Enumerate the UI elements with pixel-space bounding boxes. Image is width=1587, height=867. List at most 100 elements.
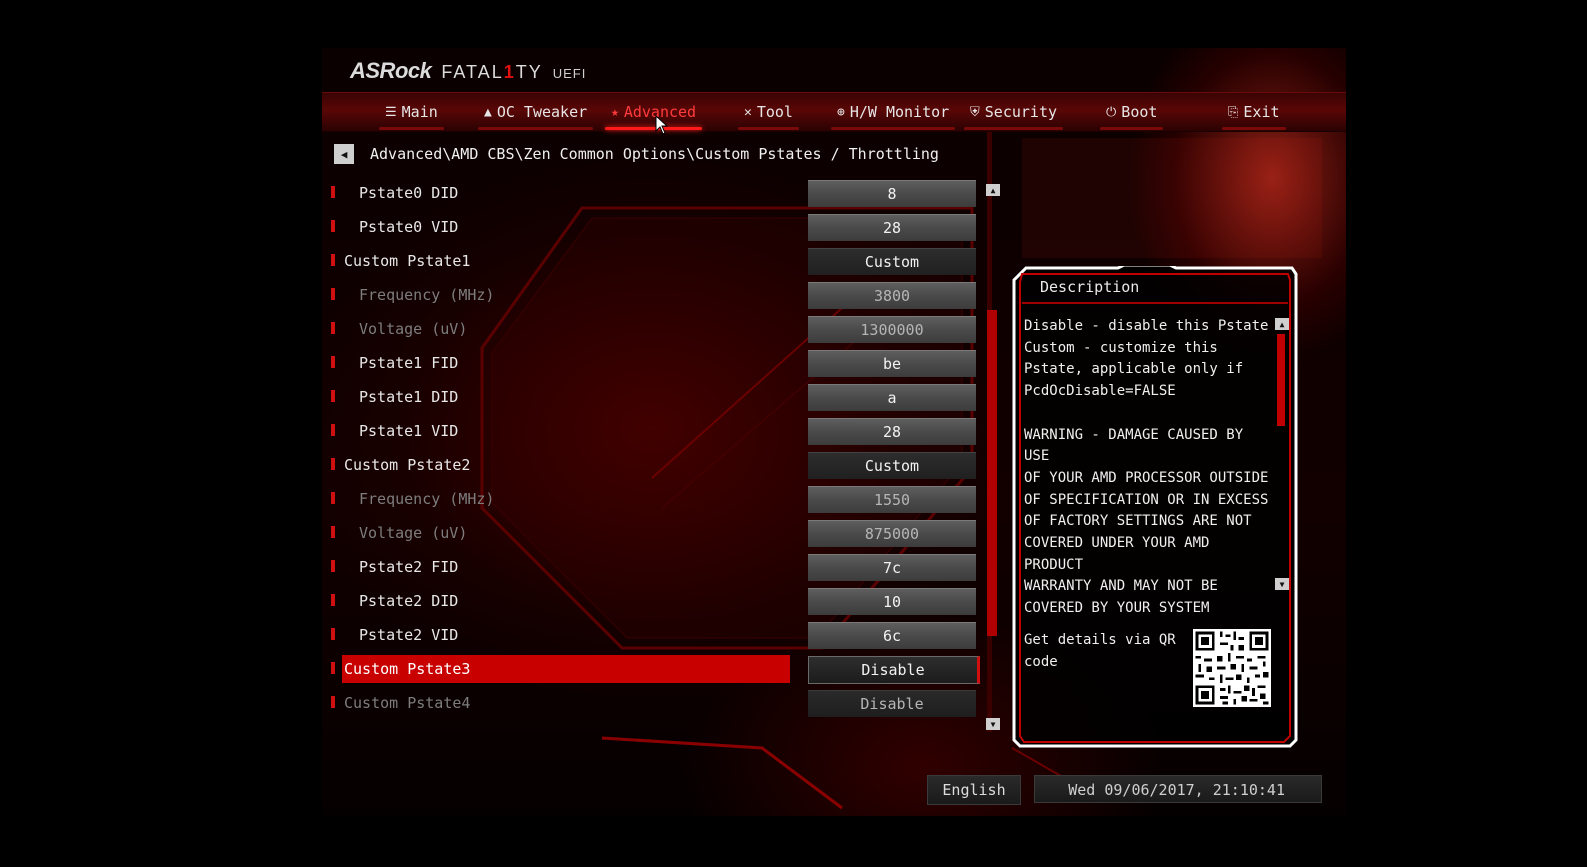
setting-label: Pstate1 FID [359,354,459,372]
setting-row[interactable]: Custom Pstate2 Custom [322,448,1002,482]
description-scroll-up-button[interactable]: ▲ [1275,318,1289,330]
power-icon: ⏻ [1106,104,1117,120]
setting-label: Pstate2 DID [359,592,459,610]
tab-main[interactable]: ☰ Main [379,93,444,131]
tab-underline [1222,127,1286,130]
setting-row[interactable]: Pstate0 VID 28 [322,210,1002,244]
language-button[interactable]: English [927,775,1021,805]
setting-label: Voltage (uV) [359,320,468,338]
setting-value: 875000 [808,520,976,547]
setting-value[interactable]: 7c [808,554,976,581]
tab-label: Exit [1243,103,1280,121]
setting-value[interactable]: Disable [808,690,976,717]
tab-hw-monitor[interactable]: ⊕ H/W Monitor [831,93,956,131]
setting-label: Pstate2 VID [359,626,459,644]
tab-label: OC Tweaker [496,103,588,121]
tab-underline [379,127,444,130]
list-scrollbar-thumb[interactable] [987,310,997,636]
setting-value: 1550 [808,486,976,513]
setting-row[interactable]: Pstate1 DID a [322,380,1002,414]
fatal1ty-logo-post: TY [515,62,543,82]
setting-value[interactable]: a [808,384,976,411]
setting-label: Pstate0 VID [359,218,459,236]
setting-row: Voltage (uV) 1300000 [322,312,1002,346]
setting-row[interactable]: Pstate1 VID 28 [322,414,1002,448]
setting-label: Custom Pstate4 [344,694,471,712]
tab-label: Boot [1121,103,1158,121]
row-marker [331,288,335,300]
setting-value[interactable]: Disable [808,656,980,684]
star-icon: ★ [611,104,619,120]
row-marker [331,492,335,504]
description-scroll-down-button[interactable]: ▼ [1275,578,1289,590]
tab-tool[interactable]: ✕ Tool [738,93,799,131]
setting-row[interactable]: Custom Pstate1 Custom [322,244,1002,278]
tab-exit[interactable]: ⎘ Exit [1222,93,1286,131]
tab-boot[interactable]: ⏻ Boot [1100,93,1164,131]
description-panel: Description Disable - disable this Pstat… [1012,266,1298,748]
back-button[interactable]: ◀ [334,144,354,164]
setting-value[interactable]: 28 [808,418,976,445]
setting-label: Frequency (MHz) [359,286,495,304]
rocket-icon: ▲ [484,104,492,120]
fatal1ty-logo: FATAL1TY [441,62,542,83]
tab-underline [478,127,594,130]
setting-value: 3800 [808,282,976,309]
row-marker [331,526,335,538]
setting-label: Pstate0 DID [359,184,459,202]
description-title: Description [1040,278,1140,296]
row-marker [331,356,335,368]
uefi-logo: UEFI [552,66,587,81]
setting-value[interactable]: Custom [808,452,976,479]
tab-oc-tweaker[interactable]: ▲ OC Tweaker [478,93,594,131]
row-marker [331,696,335,708]
row-marker [331,220,335,232]
setting-value[interactable]: 8 [808,180,976,207]
tab-security[interactable]: ⛨ Security [964,93,1064,131]
uefi-screen: ASRock FATAL1TY UEFI ☰ Main ▲ OC Tweaker… [322,48,1346,816]
tab-label: Tool [756,103,793,121]
exit-icon: ⎘ [1228,104,1239,120]
setting-row[interactable]: Custom Pstate4 Disable [322,686,1002,720]
description-scrollbar-thumb[interactable] [1277,334,1285,426]
tab-underline [1100,127,1164,130]
arrow-down-icon: ▼ [1279,579,1285,589]
fatal1ty-logo-pre: FATAL [441,62,504,82]
setting-row-selected[interactable]: Custom Pstate3 Disable [322,652,1002,686]
back-arrow-icon: ◀ [340,147,348,161]
tab-label: Main [401,103,438,121]
setting-row[interactable]: Pstate2 DID 10 [322,584,1002,618]
row-marker [331,322,335,334]
fatal1ty-logo-one: 1 [503,62,516,82]
qr-code-icon [1193,629,1271,707]
asrock-logo: ASRock [350,58,432,83]
setting-row[interactable]: Pstate1 FID be [322,346,1002,380]
setting-row[interactable]: Pstate2 FID 7c [322,550,1002,584]
arrow-up-icon: ▲ [990,185,996,195]
list-scroll-down-button[interactable]: ▼ [986,718,1000,730]
brand-logo: ASRock FATAL1TY UEFI [350,58,586,88]
row-marker [331,560,335,572]
setting-value[interactable]: be [808,350,976,377]
tab-underline [738,127,799,130]
setting-row[interactable]: Pstate0 DID 8 [322,176,1002,210]
tab-advanced[interactable]: ★ Advanced [605,93,703,131]
arrow-up-icon: ▲ [1279,319,1285,329]
setting-row[interactable]: Pstate2 VID 6c [322,618,1002,652]
setting-value[interactable]: 10 [808,588,976,615]
setting-value[interactable]: 6c [808,622,976,649]
setting-value[interactable]: 28 [808,214,976,241]
arrow-down-icon: ▼ [990,719,996,729]
mouse-cursor-icon [655,115,669,135]
datetime-display: Wed 09/06/2017, 21:10:41 [1034,775,1322,803]
row-marker [331,628,335,640]
list-scroll-up-button[interactable]: ▲ [986,184,1000,196]
setting-row: Voltage (uV) 875000 [322,516,1002,550]
setting-row: Frequency (MHz) 3800 [322,278,1002,312]
setting-label: Custom Pstate2 [344,456,471,474]
setting-value[interactable]: Custom [808,248,976,275]
description-text: Disable - disable this Pstate Custom - c… [1024,318,1269,617]
row-marker [331,254,335,266]
tab-underline [831,127,956,130]
setting-value: 1300000 [808,316,976,343]
